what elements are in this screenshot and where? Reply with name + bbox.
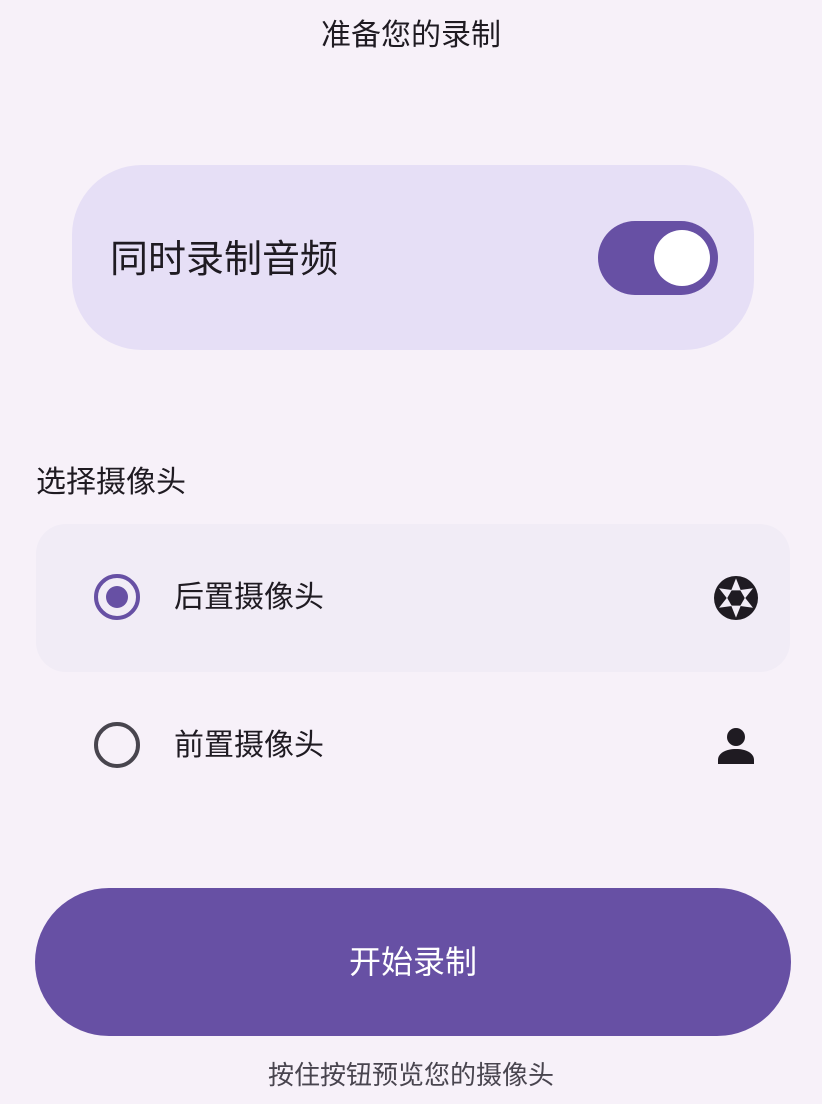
person-icon xyxy=(718,728,754,764)
camera-option-back-label: 后置摄像头 xyxy=(174,580,324,615)
camera-option-front[interactable]: 前置摄像头 xyxy=(36,672,790,820)
camera-aperture-icon xyxy=(714,576,758,620)
record-audio-card[interactable]: 同时录制音频 xyxy=(72,165,754,350)
page-title: 准备您的录制 xyxy=(321,18,501,53)
radio-front-camera[interactable] xyxy=(94,722,140,768)
record-audio-switch[interactable] xyxy=(598,221,718,295)
preview-hint: 按住按钮预览您的摄像头 xyxy=(267,1061,554,1091)
radio-back-camera[interactable] xyxy=(94,574,140,620)
camera-option-front-label: 前置摄像头 xyxy=(174,728,324,763)
record-audio-label: 同时录制音频 xyxy=(110,237,339,281)
camera-section-label: 选择摄像头 xyxy=(36,465,186,500)
camera-option-back[interactable]: 后置摄像头 xyxy=(36,524,790,672)
switch-thumb xyxy=(654,230,710,286)
start-recording-button[interactable]: 开始录制 xyxy=(35,888,791,1036)
radio-selected-dot xyxy=(106,586,128,608)
